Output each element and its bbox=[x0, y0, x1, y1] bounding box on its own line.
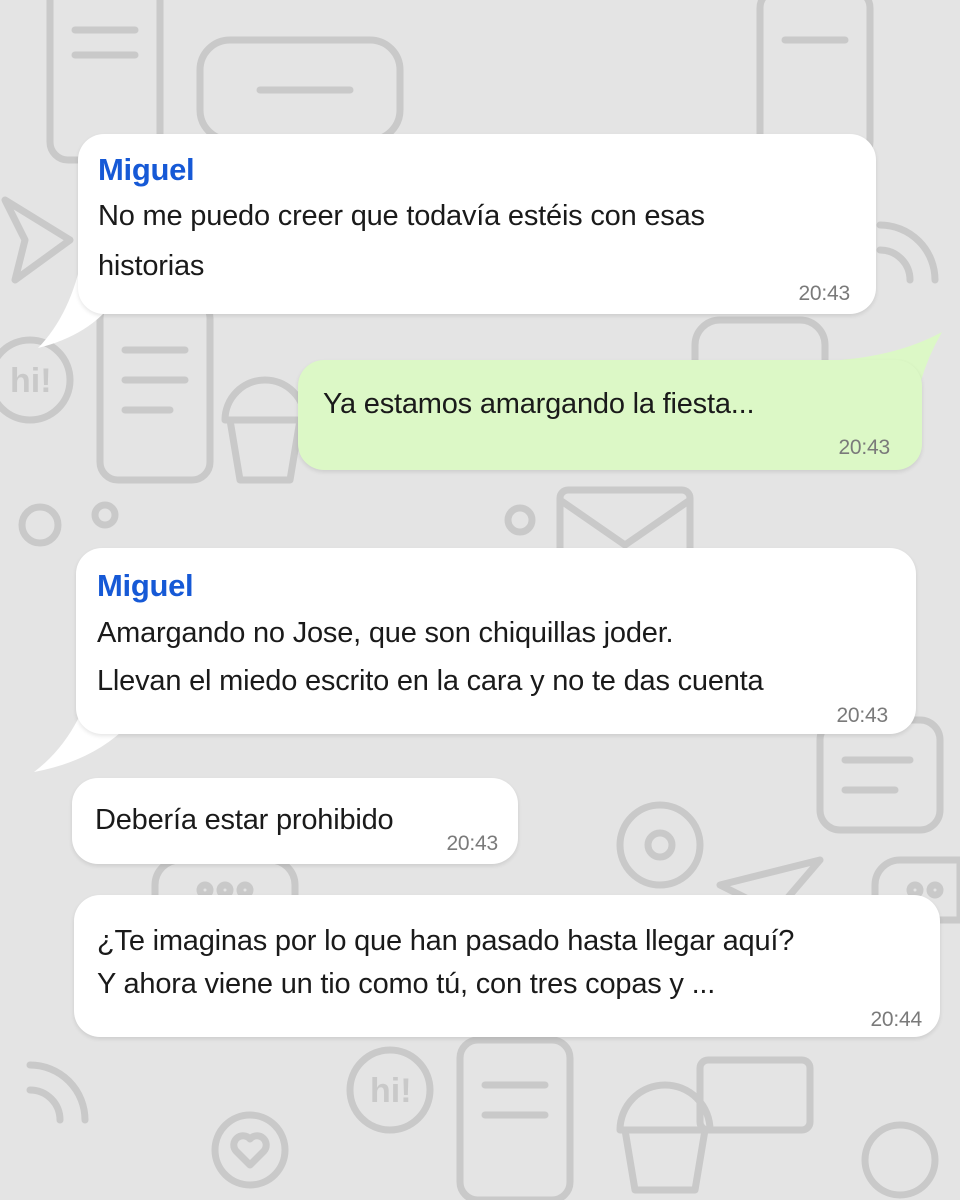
phone-icon bbox=[816, 716, 944, 834]
message-timestamp: 20:43 bbox=[798, 282, 850, 305]
message-timestamp: 20:43 bbox=[446, 832, 498, 855]
message-bubble[interactable]: Ya estamos amargando la fiesta... 20:43 bbox=[298, 360, 922, 470]
wifi-signal-icon bbox=[876, 221, 939, 284]
chat-bubble-icon bbox=[18, 501, 536, 547]
message-bubble[interactable]: ¿Te imaginas por lo que han pasado hasta… bbox=[74, 895, 940, 1037]
wifi-signal-icon bbox=[26, 1061, 89, 1124]
message-bubble[interactable]: Miguel Amargando no Jose, que son chiqui… bbox=[76, 548, 916, 734]
at-sign-icon bbox=[616, 801, 704, 889]
message-text: No me puedo creer que todavía estéis con… bbox=[98, 200, 705, 232]
heart-bubble-icon bbox=[861, 1121, 939, 1199]
message-timestamp: 20:43 bbox=[836, 704, 888, 727]
heart-bubble-icon bbox=[211, 1111, 289, 1189]
message-timestamp: 20:44 bbox=[870, 1008, 922, 1031]
message-bubble[interactable]: Miguel No me puedo creer que todavía est… bbox=[78, 134, 876, 314]
message-text: Ya estamos amargando la fiesta... bbox=[323, 388, 755, 420]
message-text: Amargando no Jose, que son chiquillas jo… bbox=[97, 617, 674, 649]
sender-name: Miguel bbox=[97, 568, 194, 603]
message-text: Llevan el miedo escrito en la cara y no … bbox=[97, 665, 764, 697]
message-bubble[interactable]: Debería estar prohibido 20:43 bbox=[72, 778, 518, 864]
envelope-icon bbox=[696, 1056, 814, 1134]
hi-bubble-icon: hi! bbox=[10, 362, 52, 400]
message-text: Y ahora viene un tio como tú, con tres c… bbox=[97, 968, 716, 1000]
message-text: Debería estar prohibido bbox=[95, 804, 394, 836]
message-text: historias bbox=[98, 250, 205, 282]
phone-icon bbox=[456, 1036, 574, 1200]
cupcake-icon bbox=[221, 376, 309, 484]
message-timestamp: 20:43 bbox=[838, 436, 890, 459]
sender-name: Miguel bbox=[98, 152, 195, 187]
hi-bubble-icon: hi! bbox=[370, 1072, 412, 1110]
